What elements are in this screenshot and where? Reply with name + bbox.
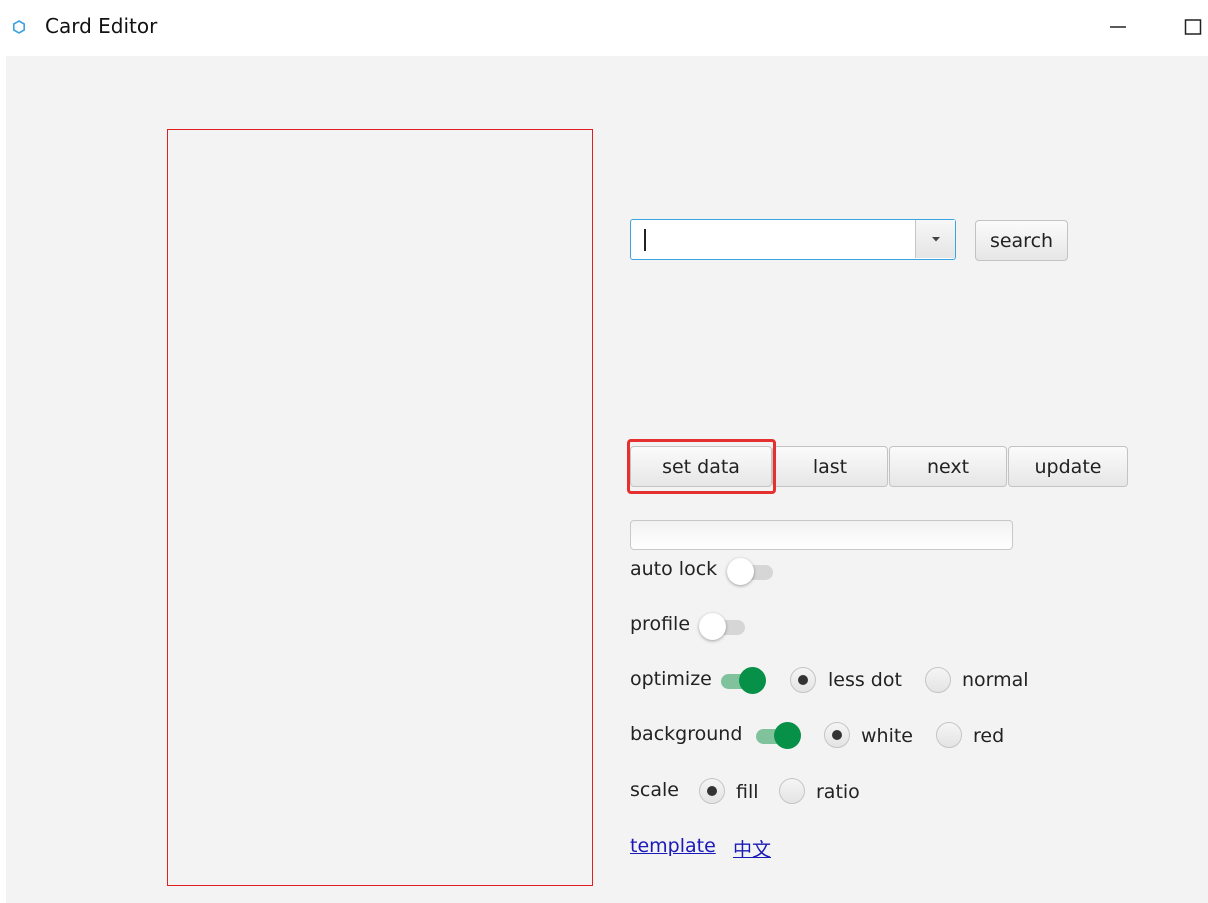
update-button[interactable]: update [1008, 446, 1128, 487]
radio-ratio[interactable] [779, 778, 805, 804]
title-bar: Card Editor [0, 0, 1208, 56]
maximize-button[interactable] [1178, 10, 1208, 44]
radio-red-label: red [973, 725, 1005, 747]
radio-less-dot[interactable] [790, 667, 816, 693]
radio-white[interactable] [824, 722, 850, 748]
radio-fill[interactable] [699, 778, 725, 804]
set-data-button[interactable]: set data [630, 446, 772, 487]
card-preview [167, 129, 593, 886]
search-combo-box[interactable] [630, 219, 956, 260]
auto-lock-label: auto lock [630, 558, 718, 580]
radio-less-dot-label: less dot [828, 669, 902, 691]
maximize-icon [1184, 19, 1202, 35]
card-editor-window: Card Editor search set data last next up… [0, 0, 1208, 903]
status-field[interactable] [630, 520, 1013, 550]
profile-toggle[interactable] [699, 611, 747, 641]
last-button[interactable]: last [772, 446, 888, 487]
radio-normal-label: normal [962, 669, 1029, 691]
app-icon [12, 20, 25, 34]
search-input[interactable] [631, 220, 915, 258]
radio-ratio-label: ratio [816, 781, 860, 803]
optimize-label: optimize [630, 668, 712, 690]
toggle-knob [699, 613, 726, 640]
background-toggle[interactable] [752, 720, 801, 750]
chinese-language-link[interactable]: 中文 [733, 835, 771, 862]
scale-label: scale [630, 779, 679, 801]
search-button[interactable]: search [975, 220, 1068, 261]
chevron-down-icon [931, 237, 940, 242]
radio-fill-label: fill [736, 781, 759, 803]
radio-normal[interactable] [925, 667, 951, 693]
combo-dropdown-button[interactable] [915, 220, 955, 258]
window-title: Card Editor [45, 14, 158, 38]
background-label: background [630, 723, 743, 745]
profile-label: profile [630, 613, 691, 635]
radio-white-label: white [861, 725, 913, 747]
minimize-icon [1110, 26, 1126, 28]
minimize-button[interactable] [1103, 10, 1133, 44]
toggle-knob [727, 558, 754, 585]
toggle-knob [739, 667, 766, 694]
template-link[interactable]: template [630, 835, 716, 857]
toggle-knob [774, 722, 801, 749]
optimize-toggle[interactable] [717, 665, 766, 695]
next-button[interactable]: next [889, 446, 1007, 487]
auto-lock-toggle[interactable] [727, 556, 775, 586]
text-caret [644, 229, 646, 251]
radio-red[interactable] [936, 722, 962, 748]
